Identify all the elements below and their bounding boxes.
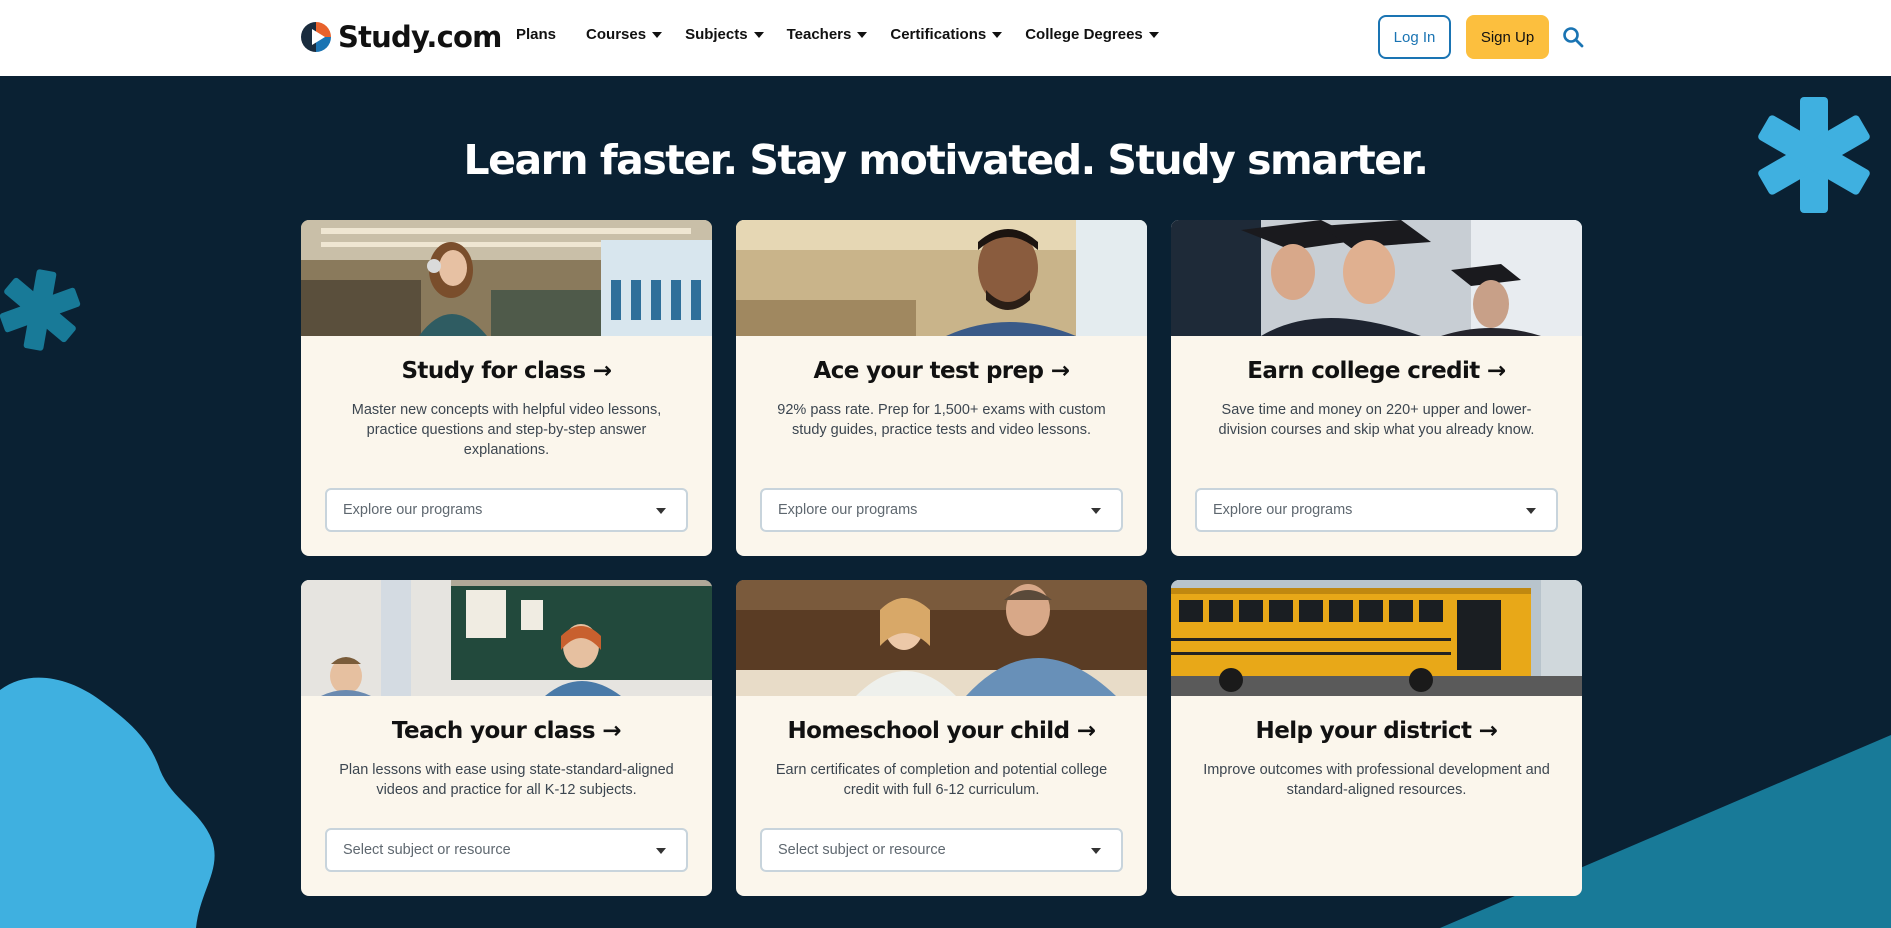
select-placeholder: Explore our programs xyxy=(1213,502,1353,518)
nav-item-label: Subjects xyxy=(685,26,748,43)
caret-down-icon xyxy=(652,31,663,38)
select-placeholder: Select subject or resource xyxy=(343,842,511,858)
card-title[interactable]: Help your district → xyxy=(1171,718,1582,744)
subject-resource-select[interactable]: Select subject or resource xyxy=(760,828,1123,872)
nav-item-college-degrees[interactable]: College Degrees xyxy=(1025,26,1159,43)
card-description: Save time and money on 220+ upper and lo… xyxy=(1218,402,1535,438)
dropdown-arrow-icon xyxy=(1091,848,1101,854)
card-study-for-class[interactable]: Study for class → Master new concepts wi… xyxy=(301,220,712,556)
explore-programs-select[interactable]: Explore our programs xyxy=(325,488,688,532)
nav-item-courses[interactable]: Courses xyxy=(586,26,663,43)
graduates-image xyxy=(1171,220,1582,336)
select-placeholder: Select subject or resource xyxy=(778,842,946,858)
select-placeholder: Explore our programs xyxy=(778,502,918,518)
dropdown-arrow-icon xyxy=(1091,508,1101,514)
nav-item-plans[interactable]: Plans xyxy=(516,26,556,43)
signup-button[interactable]: Sign Up xyxy=(1466,15,1549,59)
search-icon[interactable] xyxy=(1562,26,1584,48)
caret-down-icon xyxy=(1148,31,1159,38)
nav-item-subjects[interactable]: Subjects xyxy=(685,26,764,43)
card-earn-college-credit[interactable]: Earn college credit → Save time and mone… xyxy=(1171,220,1582,556)
card-title[interactable]: Ace your test prep → xyxy=(736,358,1147,384)
nav-item-teachers[interactable]: Teachers xyxy=(787,26,868,43)
blue-blob-shape xyxy=(0,677,215,928)
nav-item-label: College Degrees xyxy=(1025,26,1143,43)
card-title[interactable]: Study for class → xyxy=(301,358,712,384)
dropdown-arrow-icon xyxy=(1526,508,1536,514)
login-button[interactable]: Log In xyxy=(1378,15,1451,59)
caret-down-icon xyxy=(753,31,764,38)
homeschool-image xyxy=(736,580,1147,696)
card-help-your-district[interactable]: Help your district → Improve outcomes wi… xyxy=(1171,580,1582,896)
nav-item-label: Plans xyxy=(516,26,557,43)
card-title[interactable]: Homeschool your child → xyxy=(736,718,1147,744)
card-description: Plan lessons with ease using state-stand… xyxy=(339,762,674,798)
brand-name: Study.com xyxy=(338,20,502,54)
dropdown-arrow-icon xyxy=(656,848,666,854)
nav-item-certifications[interactable]: Certifications xyxy=(890,26,1003,43)
card-description: Improve outcomes with professional devel… xyxy=(1203,762,1550,798)
school-bus-image xyxy=(1171,580,1582,696)
explore-programs-select[interactable]: Explore our programs xyxy=(1195,488,1558,532)
hero-headline: Learn faster. Stay motivated. Study smar… xyxy=(463,136,1429,184)
subject-resource-select[interactable]: Select subject or resource xyxy=(325,828,688,872)
card-description: 92% pass rate. Prep for 1,500+ exams wit… xyxy=(777,402,1106,438)
card-homeschool-your-child[interactable]: Homeschool your child → Earn certificate… xyxy=(736,580,1147,896)
card-title[interactable]: Teach your class → xyxy=(301,718,712,744)
card-description: Master new concepts with helpful video l… xyxy=(351,402,662,458)
nav-item-label: Teachers xyxy=(786,26,852,43)
small-asterisk-shape xyxy=(0,269,81,351)
main-nav: Plans Courses Subjects Teachers Certific… xyxy=(516,26,1182,43)
card-ace-test-prep[interactable]: Ace your test prep → 92% pass rate. Prep… xyxy=(736,220,1147,556)
caret-down-icon xyxy=(992,31,1003,38)
nav-item-label: Certifications xyxy=(890,26,987,43)
dropdown-arrow-icon xyxy=(656,508,666,514)
card-description: Earn certificates of completion and pote… xyxy=(775,762,1108,798)
play-logo-icon xyxy=(301,22,331,52)
study-com-logo[interactable]: Study.com xyxy=(300,18,502,56)
explore-programs-select[interactable]: Explore our programs xyxy=(760,488,1123,532)
site-header: Study.com Plans Courses Subjects Teacher… xyxy=(0,0,1891,76)
student-studying-image xyxy=(301,220,712,336)
card-title[interactable]: Earn college credit → xyxy=(1171,358,1582,384)
card-teach-your-class[interactable]: Teach your class → Plan lessons with eas… xyxy=(301,580,712,896)
caret-down-icon xyxy=(857,31,868,38)
classroom-image xyxy=(301,580,712,696)
nav-item-label: Courses xyxy=(586,26,647,43)
man-portrait-image xyxy=(736,220,1147,336)
select-placeholder: Explore our programs xyxy=(343,502,483,518)
